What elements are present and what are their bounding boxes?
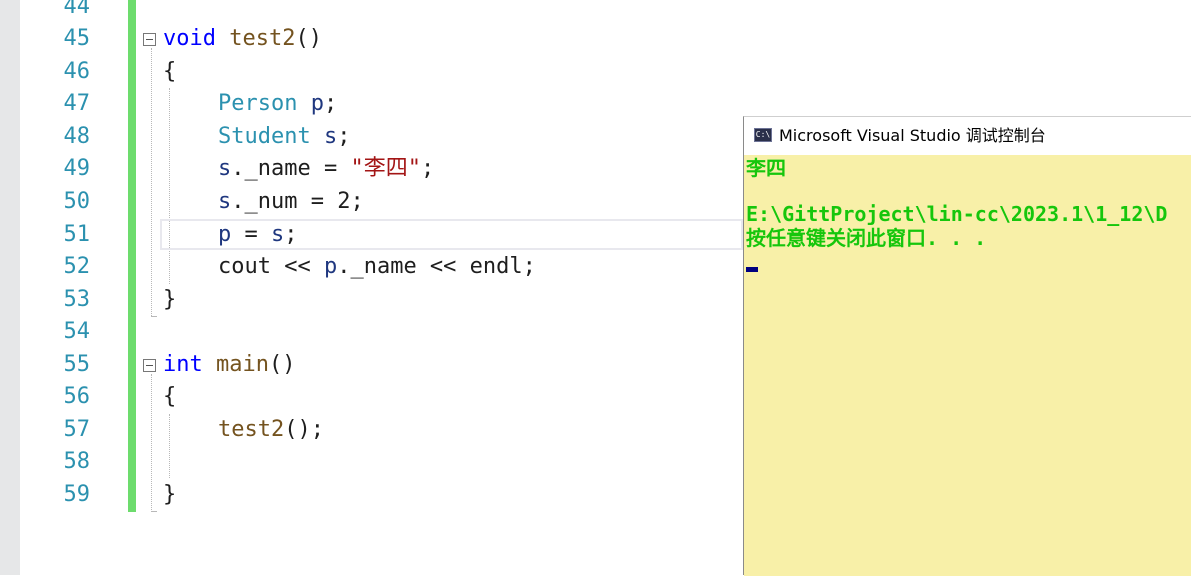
type-name: Person bbox=[218, 91, 298, 116]
line-number: 44 bbox=[63, 0, 91, 19]
code-token: ._num = 2; bbox=[231, 189, 364, 214]
code-token: cout << bbox=[218, 254, 324, 279]
string-literal: "李四" bbox=[350, 156, 421, 181]
variable: p bbox=[218, 222, 232, 247]
variable: p bbox=[323, 254, 338, 279]
collapse-icon[interactable] bbox=[143, 33, 156, 46]
code-line-50[interactable]: s._num = 2; bbox=[218, 186, 364, 218]
line-number: 50 bbox=[63, 189, 91, 214]
code-line-46[interactable]: { bbox=[163, 56, 176, 88]
scope-guide-end bbox=[151, 316, 157, 317]
code-token: ; bbox=[323, 91, 338, 116]
debug-console-window[interactable]: C:\ Microsoft Visual Studio 调试控制台 李四 E:\… bbox=[743, 116, 1191, 576]
line-number: 52 bbox=[63, 254, 91, 279]
code-line-57[interactable]: test2(); bbox=[218, 414, 324, 446]
variable: s bbox=[218, 156, 232, 181]
scope-guide-end bbox=[151, 511, 157, 512]
code-token: ._name << endl; bbox=[337, 254, 536, 279]
code-line-45[interactable]: void test2() bbox=[163, 23, 322, 55]
code-line-47[interactable]: Person p; bbox=[218, 88, 337, 120]
variable: s bbox=[323, 124, 338, 149]
console-titlebar[interactable]: C:\ Microsoft Visual Studio 调试控制台 bbox=[744, 117, 1191, 155]
variable: p bbox=[310, 91, 324, 116]
line-number: 47 bbox=[63, 91, 91, 116]
line-number: 53 bbox=[63, 287, 91, 312]
line-number: 57 bbox=[63, 417, 91, 442]
console-output[interactable]: 李四 E:\GittProject\lin-cc\2023.1\1_12\D 按… bbox=[744, 155, 1191, 576]
indent-guide bbox=[169, 414, 170, 478]
console-line: 李四 bbox=[746, 156, 786, 180]
code-token: () bbox=[295, 26, 322, 51]
scope-guide bbox=[151, 48, 152, 316]
line-number: 49 bbox=[63, 156, 91, 181]
console-line: 按任意键关闭此窗口. . . bbox=[746, 226, 987, 250]
indent-guide bbox=[169, 88, 170, 284]
code-token: ._name = bbox=[231, 156, 351, 181]
line-number: 45 bbox=[63, 26, 91, 51]
code-token: ; bbox=[420, 156, 435, 181]
variable: s bbox=[271, 222, 285, 247]
code-line-51[interactable]: p = s; bbox=[218, 219, 298, 251]
line-number: 54 bbox=[63, 319, 91, 344]
collapse-icon[interactable] bbox=[143, 359, 156, 372]
code-token: (); bbox=[284, 417, 324, 442]
line-number: 59 bbox=[63, 482, 91, 507]
line-number: 56 bbox=[63, 384, 91, 409]
type-name: Student bbox=[218, 124, 311, 149]
line-number: 51 bbox=[63, 222, 91, 247]
line-number: 55 bbox=[63, 352, 91, 377]
code-token: = bbox=[231, 222, 271, 247]
keyword: void bbox=[163, 26, 216, 51]
code-line-48[interactable]: Student s; bbox=[218, 121, 350, 153]
variable: s bbox=[218, 189, 232, 214]
change-tracking-bar bbox=[128, 0, 136, 512]
console-icon: C:\ bbox=[754, 128, 772, 142]
code-line-55[interactable]: int main() bbox=[163, 349, 295, 381]
code-token: ; bbox=[337, 124, 351, 149]
console-title: Microsoft Visual Studio 调试控制台 bbox=[779, 126, 1046, 145]
line-number: 48 bbox=[63, 124, 91, 149]
code-line-53[interactable]: } bbox=[163, 284, 176, 316]
code-line-49[interactable]: s._name = "李四"; bbox=[218, 153, 434, 185]
keyword: int bbox=[163, 352, 203, 377]
code-line-56[interactable]: { bbox=[163, 381, 176, 413]
function-name: test2 bbox=[229, 26, 296, 51]
console-line: E:\GittProject\lin-cc\2023.1\1_12\D bbox=[746, 202, 1168, 226]
console-cursor bbox=[746, 267, 758, 272]
function-name: main bbox=[216, 352, 269, 377]
code-line-52[interactable]: cout << p._name << endl; bbox=[218, 251, 536, 283]
line-number: 46 bbox=[63, 59, 91, 84]
code-line-59[interactable]: } bbox=[163, 479, 176, 511]
code-token: () bbox=[268, 352, 296, 377]
code-token: ; bbox=[284, 222, 298, 247]
line-number: 58 bbox=[63, 449, 91, 474]
editor-left-margin bbox=[0, 0, 20, 575]
scope-guide bbox=[151, 374, 152, 512]
function-name: test2 bbox=[218, 417, 285, 442]
